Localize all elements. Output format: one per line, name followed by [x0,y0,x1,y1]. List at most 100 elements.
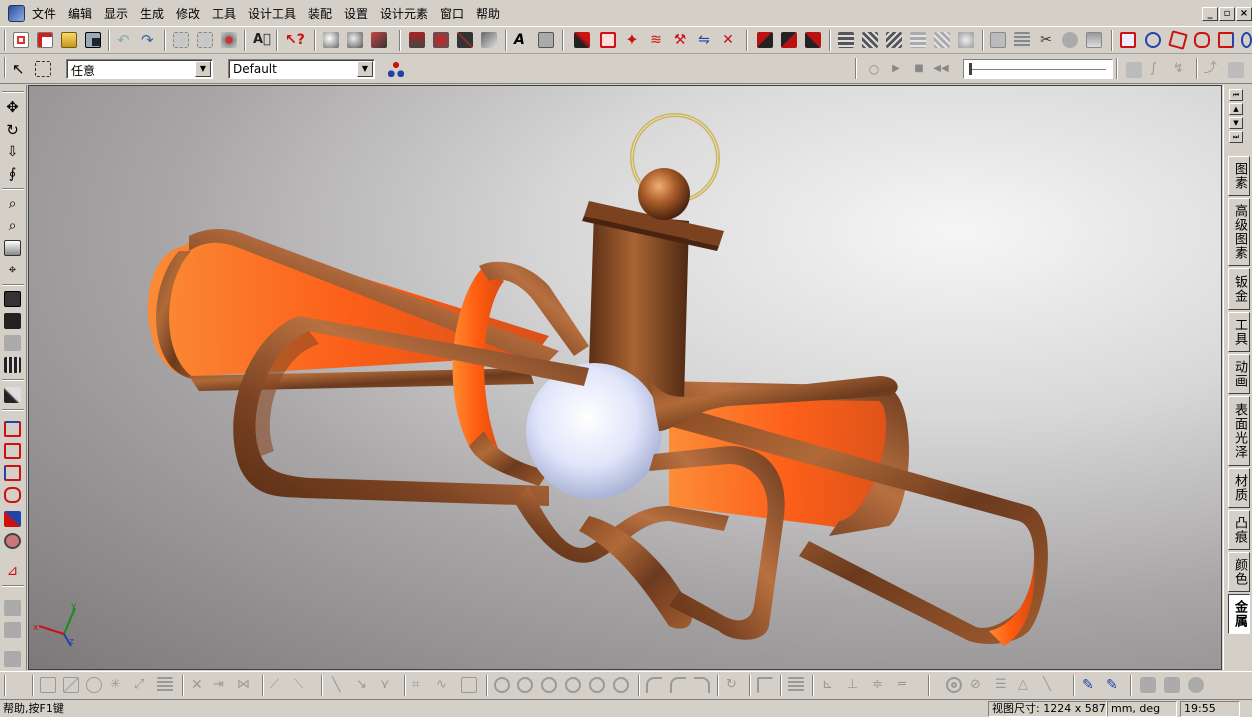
node-tool-icon[interactable]: ⌗ [412,677,428,693]
shape-tool-4-icon[interactable] [1194,32,1210,48]
edit-tool-3-icon[interactable]: ✂ [1038,32,1054,48]
target-icon[interactable]: ⌖ [4,262,21,278]
filter-select[interactable]: 任意 ▼ [66,59,213,79]
rewind-icon[interactable]: ◀◀ [933,62,949,78]
select-box-icon[interactable] [35,61,51,77]
box-tool-icon[interactable] [600,32,616,48]
surface-tool-3-icon[interactable] [886,32,902,48]
menu-assembly[interactable]: 装配 [307,6,333,22]
surface-tool-6-icon[interactable] [958,32,974,48]
minimize-button[interactable]: _ [1202,7,1218,21]
save-icon[interactable] [85,32,101,48]
camera-icon[interactable] [4,240,21,256]
dim-tool-4-icon[interactable]: ═ [898,677,914,693]
light-icon[interactable] [4,313,21,329]
circle-tan-tool-icon[interactable] [565,677,581,693]
ellipse-2-tool-icon[interactable] [613,677,629,693]
move-up-icon[interactable] [409,32,425,48]
grid-tool-icon[interactable] [40,677,56,693]
new-file-icon[interactable] [13,32,29,48]
arc-tool-1-icon[interactable] [646,677,662,693]
hatch-tool-icon[interactable] [788,677,804,693]
arc-tool-2-icon[interactable] [670,677,686,693]
redo-icon[interactable]: ↷ [141,32,157,48]
sketch-tool-6-icon[interactable] [4,533,21,549]
tab-metals[interactable]: 金属 [1228,594,1250,634]
disabled-tool-3-icon[interactable] [4,651,21,667]
polyline-tool-icon[interactable]: ↘ [356,677,372,693]
tab-sheet-metal[interactable]: 钣金 [1228,268,1250,310]
extend-tool-icon[interactable]: ⇥ [213,677,229,693]
restore-button[interactable]: ▫ [1219,7,1235,21]
concentric-tool-icon[interactable] [946,677,962,693]
shape-tool-3-icon[interactable] [1168,30,1188,50]
tab-tools[interactable]: 工具 [1228,312,1250,352]
context-help-icon[interactable]: ↖? [285,32,305,48]
split-tool-icon[interactable]: ⚒ [672,32,688,48]
3d-viewport[interactable]: y x z [28,85,1222,670]
sketch-option-2-icon[interactable] [1164,677,1180,693]
offset-tool-icon[interactable]: ↻ [726,677,742,693]
ellipse-tool-icon[interactable] [589,677,605,693]
dim-tool-3-icon[interactable]: ≑ [872,677,888,693]
close-button[interactable]: × [1236,7,1252,21]
pen-tool-icon[interactable] [457,32,473,48]
surface-tool-2-icon[interactable] [862,32,878,48]
edit-tool-5-icon[interactable] [1086,32,1102,48]
spline-tool-icon[interactable]: ∿ [436,677,452,693]
eyedropper-2-icon[interactable]: ✎ [1106,677,1122,693]
scroll-up-icon[interactable]: ▲ [1229,103,1243,115]
anim-tool-1-icon[interactable] [1126,62,1142,78]
render-mode-icon[interactable] [4,357,21,373]
eyedropper-icon[interactable]: ✎ [1082,677,1098,693]
sketch-option-3-icon[interactable] [1188,677,1204,693]
stack-tool-icon[interactable]: ≋ [648,32,664,48]
tab-materials[interactable]: 材质 [1228,468,1250,508]
hierarchy-icon[interactable] [388,61,404,77]
chevron-down-icon[interactable]: ▼ [195,61,211,77]
tab-animation[interactable]: 动画 [1228,354,1250,394]
sketch-tool-5-icon[interactable] [4,511,21,527]
cross-tool-icon[interactable]: ✕ [720,32,736,48]
orbit-icon[interactable]: ↻ [4,122,21,138]
rotate-tool-icon[interactable] [433,32,449,48]
paint-icon[interactable] [4,387,21,403]
shape-tool-1-icon[interactable] [1120,32,1136,48]
stop-icon[interactable]: ■ [911,62,927,78]
anim-tool-4-icon[interactable]: ⤴ [1204,62,1220,78]
dimension-icon[interactable]: ⊿ [4,563,21,579]
zoom-window-icon[interactable]: ⌕ [4,218,21,234]
menu-settings[interactable]: 设置 [343,6,369,22]
roll-icon[interactable]: ∮ [4,166,21,182]
menu-generate[interactable]: 生成 [139,6,165,22]
scroll-top-icon[interactable]: ⏮ [1229,89,1243,101]
config-select[interactable]: Default ▼ [228,59,375,79]
zoom-icon[interactable]: ⌕ [4,196,21,212]
constraint-tool-1-icon[interactable]: ⊘ [970,677,986,693]
anim-tool-5-icon[interactable] [1228,62,1244,78]
star-tool-icon[interactable]: ✦ [624,32,640,48]
animation-timeline-slider[interactable] [963,59,1113,79]
paste-icon[interactable] [221,32,237,48]
slider-thumb[interactable] [969,63,972,75]
solid-tool-3-icon[interactable] [805,32,821,48]
arc-tool-3-icon[interactable] [694,677,710,693]
snap-tool-2-icon[interactable]: ⟍ [294,677,310,693]
tab-bumps[interactable]: 凸痕 [1228,510,1250,550]
menu-file[interactable]: 文件 [31,6,57,22]
edit-tool-4-icon[interactable] [1062,32,1078,48]
constraint-tool-4-icon[interactable]: ╲ [1043,677,1059,693]
align-tool-icon[interactable]: ⇋ [696,32,712,48]
camera-disabled-icon[interactable] [4,335,21,351]
sketch-tool-1-icon[interactable] [4,421,21,437]
undo-icon[interactable]: ↶ [117,32,133,48]
edit-tool-1-icon[interactable] [990,32,1006,48]
circle-3pt-tool-icon[interactable] [541,677,557,693]
constraint-tool-2-icon[interactable]: ☰ [995,677,1011,693]
fan-tool-icon[interactable]: ✳ [110,677,126,693]
arrow-tool-icon[interactable] [574,32,590,48]
anim-tool-3-icon[interactable]: ↯ [1173,62,1189,78]
anim-tool-2-icon[interactable]: ∫ [1150,62,1166,78]
shape-tool-2-icon[interactable] [1145,32,1161,48]
fillet-tool-icon[interactable] [757,677,773,693]
